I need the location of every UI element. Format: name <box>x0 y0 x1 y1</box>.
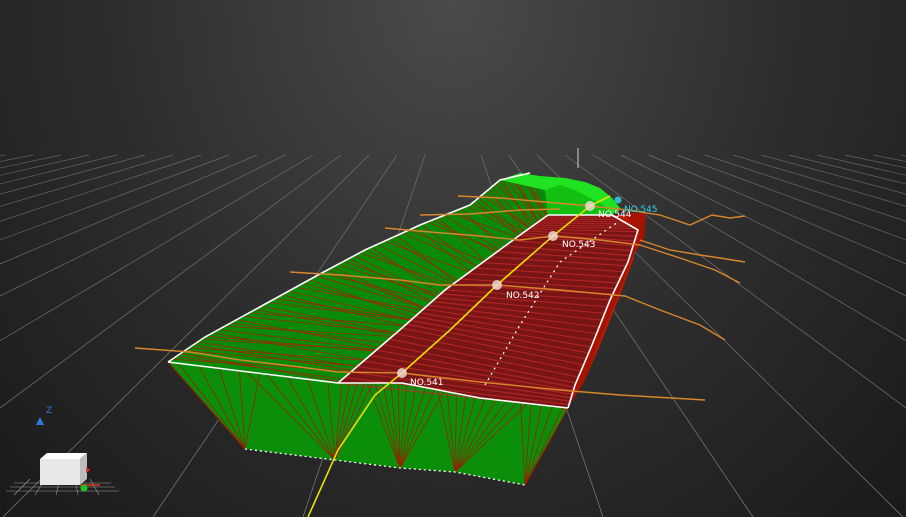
grid-column-line <box>816 154 906 176</box>
z-axis-label: Z <box>46 406 52 416</box>
station-marker-s544[interactable] <box>585 201 595 211</box>
station-label-s543: NO.543 <box>562 240 596 250</box>
station-marker-s543[interactable] <box>548 231 558 241</box>
station-label-s545: NO.545 <box>624 205 658 215</box>
grid-column-line <box>872 154 906 162</box>
x-axis-arrow-icon <box>86 467 90 473</box>
z-axis-arrow-icon <box>36 417 44 425</box>
road-lane-line <box>539 220 624 223</box>
station-marker-s542[interactable] <box>492 280 502 290</box>
grid-column-line <box>676 154 906 241</box>
station-label-s542: NO.542 <box>506 291 540 301</box>
grid-column-line <box>704 154 906 222</box>
station-label-s541: NO.541 <box>410 378 444 388</box>
grid-column-line <box>760 154 906 195</box>
grid-column-line <box>620 154 906 297</box>
orientation-cube[interactable] <box>40 453 87 485</box>
road-corridor-3d-scene[interactable]: NO.541NO.542NO.543NO.544NO.545 <box>0 0 906 517</box>
y-axis-marker-icon <box>80 484 88 492</box>
grid-column-line <box>732 154 906 207</box>
grid-column-line <box>648 154 906 265</box>
3d-viewport[interactable]: NO.541 NO.542 NO.543 NO.544 NO.545 Z <box>0 0 906 517</box>
cross-section-line <box>639 239 746 263</box>
view-orientation-indicator[interactable]: Z <box>0 395 130 517</box>
grid-column-line <box>844 154 906 169</box>
grid-column-line <box>900 154 906 157</box>
station-marker-s541[interactable] <box>397 368 407 378</box>
station-marker-s545[interactable] <box>614 196 622 204</box>
grid-column-line <box>788 154 906 185</box>
